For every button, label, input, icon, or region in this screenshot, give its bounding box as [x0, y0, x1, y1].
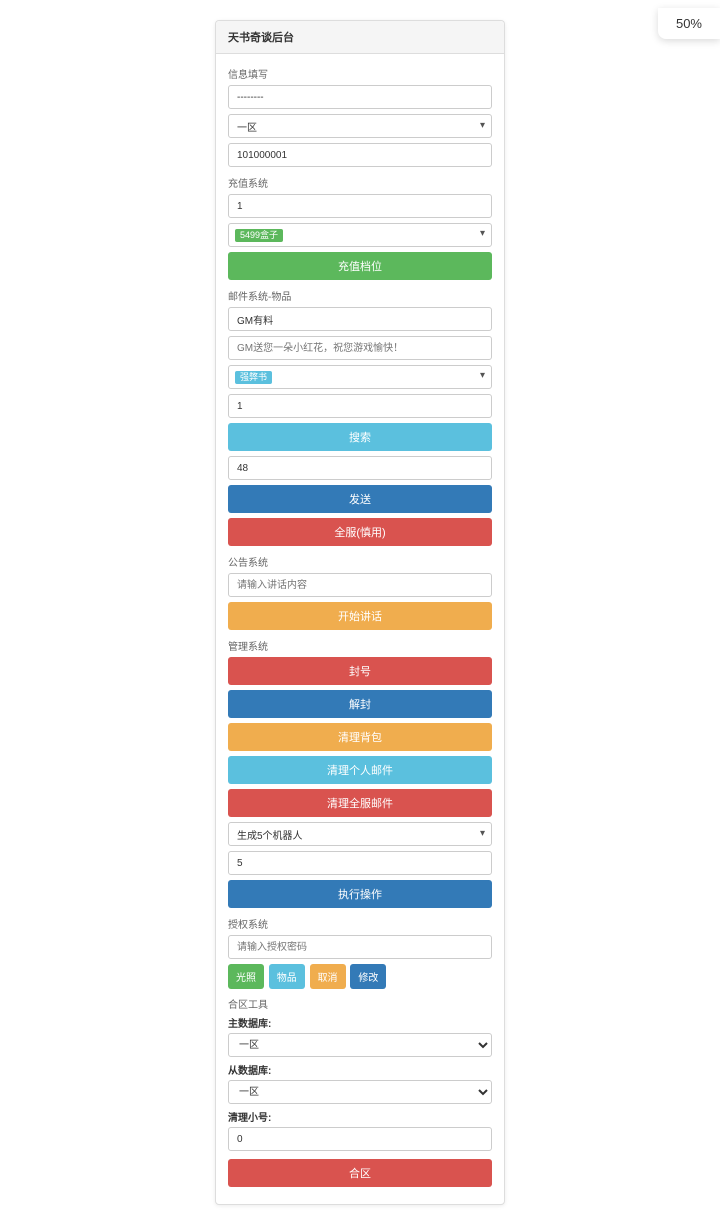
zoom-level-badge: 50% [658, 8, 720, 39]
mail-48-input[interactable] [228, 456, 492, 480]
recharge-channel-badge: 5499盒子 [235, 229, 283, 242]
mail-title-input[interactable] [228, 307, 492, 331]
panel-body: 信息填写 一区 充值系统 5499盒子 充值档位 邮件系统-物品 强弊书 [216, 54, 504, 1204]
recharge-amount-input[interactable] [228, 194, 492, 218]
clear-all-mail-button[interactable]: 清理全服邮件 [228, 789, 492, 817]
auth-btn-modify[interactable]: 修改 [350, 964, 386, 989]
ban-button[interactable]: 封号 [228, 657, 492, 685]
zone-select[interactable]: 一区 [228, 114, 492, 138]
notice-content-input[interactable] [228, 573, 492, 597]
exec-button[interactable]: 执行操作 [228, 880, 492, 908]
clear-bag-button[interactable]: 清理背包 [228, 723, 492, 751]
mail-item-badge: 强弊书 [235, 371, 272, 384]
robot-select-value: 生成5个机器人 [237, 827, 303, 842]
auth-btn-cancel[interactable]: 取消 [310, 964, 346, 989]
all-server-button[interactable]: 全服(慎用) [228, 518, 492, 546]
section-label-auth: 授权系统 [228, 916, 492, 931]
zone-select-value: 一区 [237, 119, 257, 134]
info-id-input[interactable] [228, 143, 492, 167]
send-button[interactable]: 发送 [228, 485, 492, 513]
section-label-mgmt: 管理系统 [228, 638, 492, 653]
section-label-recharge: 充值系统 [228, 175, 492, 190]
admin-panel: 天书奇谈后台 信息填写 一区 充值系统 5499盒子 充值档位 邮件系统-物品 [215, 20, 505, 1205]
robot-qty-input[interactable] [228, 851, 492, 875]
auth-btn-item[interactable]: 物品 [269, 964, 305, 989]
auth-btn-light[interactable]: 光照 [228, 964, 264, 989]
merge-button[interactable]: 合区 [228, 1159, 492, 1187]
auth-password-input[interactable] [228, 935, 492, 959]
section-label-merge-tool: 合区工具 [228, 996, 492, 1011]
clear-personal-mail-button[interactable]: 清理个人邮件 [228, 756, 492, 784]
info-mask-input[interactable] [228, 85, 492, 109]
section-label-info: 信息填写 [228, 66, 492, 81]
mail-qty-input[interactable] [228, 394, 492, 418]
recharge-channel-select[interactable]: 5499盒子 [228, 223, 492, 247]
mail-content-input[interactable] [228, 336, 492, 360]
sub-db-label: 从数据库: [228, 1062, 492, 1077]
auth-button-row: 光照 物品 取消 修改 [228, 964, 492, 994]
panel-title: 天书奇谈后台 [216, 21, 504, 54]
robot-select[interactable]: 生成5个机器人 [228, 822, 492, 846]
search-button[interactable]: 搜索 [228, 423, 492, 451]
main-db-label: 主数据库: [228, 1015, 492, 1030]
section-label-mail: 邮件系统-物品 [228, 288, 492, 303]
recharge-button[interactable]: 充值档位 [228, 252, 492, 280]
clear-alt-input[interactable] [228, 1127, 492, 1151]
unban-button[interactable]: 解封 [228, 690, 492, 718]
start-talk-button[interactable]: 开始讲话 [228, 602, 492, 630]
mail-item-select[interactable]: 强弊书 [228, 365, 492, 389]
clear-alt-label: 清理小号: [228, 1109, 492, 1124]
main-db-select[interactable]: 一区 [228, 1033, 492, 1057]
sub-db-select[interactable]: 一区 [228, 1080, 492, 1104]
section-label-notice: 公告系统 [228, 554, 492, 569]
